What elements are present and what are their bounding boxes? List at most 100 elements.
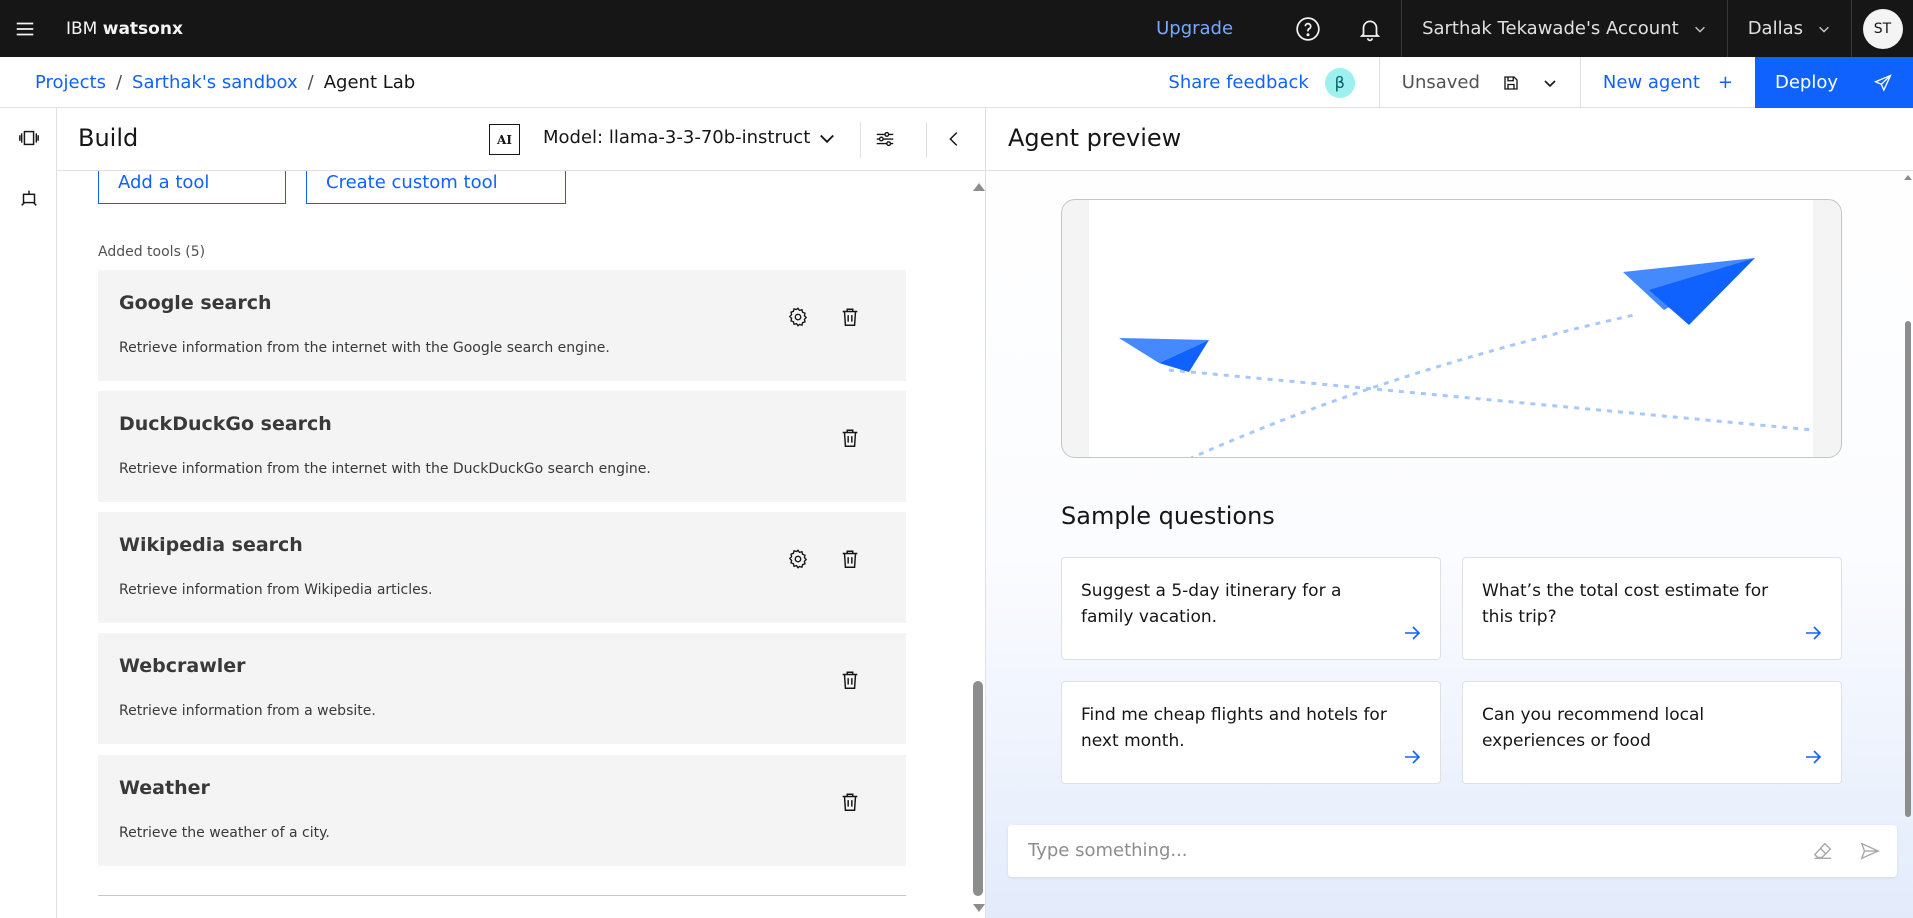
account-name: Sarthak Tekawade's Account bbox=[1422, 18, 1679, 39]
tune-icon[interactable] bbox=[874, 128, 896, 150]
chat-input[interactable]: Type something... bbox=[1008, 825, 1897, 877]
arrow-right-icon bbox=[1405, 750, 1421, 764]
sample-question-text: What’s the total cost estimate for this … bbox=[1482, 581, 1769, 627]
breadcrumb: Projects / Sarthak's sandbox / Agent Lab bbox=[35, 57, 415, 108]
brand-name: watsonx bbox=[102, 18, 183, 39]
preview-title: Agent preview bbox=[1008, 124, 1182, 152]
plus-icon: + bbox=[1717, 72, 1733, 93]
build-content: Add a tool Create custom tool Added tool… bbox=[57, 171, 985, 918]
brand-prefix: IBM bbox=[66, 18, 98, 39]
region-switcher[interactable]: Dallas bbox=[1726, 0, 1851, 57]
create-custom-tool-button[interactable]: Create custom tool bbox=[306, 171, 566, 204]
chevron-down-icon[interactable] bbox=[1542, 75, 1558, 91]
product-brand[interactable]: IBM watsonx bbox=[66, 19, 183, 39]
tool-description: Retrieve information from Wikipedia arti… bbox=[119, 582, 433, 598]
tool-description: Retrieve the weather of a city. bbox=[119, 825, 330, 841]
notification-icon[interactable] bbox=[1339, 0, 1401, 57]
tool-name: DuckDuckGo search bbox=[119, 413, 332, 435]
user-menu[interactable]: ST bbox=[1851, 0, 1913, 57]
breadcrumb-separator: / bbox=[307, 72, 314, 93]
preview-scrollbar[interactable] bbox=[1903, 171, 1913, 918]
menu-icon[interactable] bbox=[0, 0, 50, 57]
ai-badge: AI bbox=[489, 124, 520, 155]
sample-questions-title: Sample questions bbox=[1061, 502, 1275, 530]
tool-description: Retrieve information from a website. bbox=[119, 703, 376, 719]
save-icon[interactable] bbox=[1502, 74, 1520, 92]
breadcrumb-sandbox[interactable]: Sarthak's sandbox bbox=[132, 72, 298, 93]
help-icon[interactable] bbox=[1277, 0, 1339, 57]
tool-card-wikipedia: Wikipedia search Retrieve information fr… bbox=[98, 512, 906, 623]
build-header: Build AI Model: llama-3-3-70b-instruct bbox=[57, 108, 985, 171]
breadcrumb-bar: Projects / Sarthak's sandbox / Agent Lab… bbox=[0, 57, 1913, 108]
arrow-right-icon bbox=[1405, 626, 1421, 640]
deploy-button[interactable]: Deploy bbox=[1755, 57, 1913, 108]
tool-card-duckduckgo: DuckDuckGo search Retrieve information f… bbox=[98, 391, 906, 502]
hero-canvas bbox=[1089, 200, 1814, 457]
tool-name: Google search bbox=[119, 292, 272, 314]
tool-card-google: Google search Retrieve information from … bbox=[98, 270, 906, 381]
added-tools-label: Added tools (5) bbox=[98, 244, 206, 260]
trash-icon[interactable] bbox=[839, 306, 861, 328]
side-rail bbox=[0, 108, 57, 918]
agent-icon[interactable] bbox=[0, 168, 57, 228]
build-scrollbar[interactable] bbox=[970, 171, 985, 918]
preview-header: Agent preview bbox=[986, 108, 1913, 171]
trash-icon[interactable] bbox=[839, 791, 861, 813]
send-icon bbox=[1873, 73, 1892, 92]
add-tool-button[interactable]: Add a tool bbox=[98, 171, 286, 204]
breadcrumb-current: Agent Lab bbox=[323, 72, 416, 93]
trash-icon[interactable] bbox=[839, 669, 861, 691]
send-icon[interactable] bbox=[1859, 840, 1881, 862]
trash-icon[interactable] bbox=[839, 548, 861, 570]
scroll-up-arrow[interactable] bbox=[1904, 175, 1912, 180]
trash-icon[interactable] bbox=[839, 427, 861, 449]
paper-planes-illustration bbox=[1119, 258, 1814, 457]
tool-card-webcrawler: Webcrawler Retrieve information from a w… bbox=[98, 633, 906, 744]
new-agent-label: New agent bbox=[1602, 72, 1700, 93]
build-panel: Build AI Model: llama-3-3-70b-instruct A… bbox=[57, 108, 985, 918]
new-agent-button[interactable]: New agent + bbox=[1579, 57, 1755, 108]
sample-question-card[interactable]: Can you recommend local experiences or f… bbox=[1462, 681, 1842, 784]
chevron-left-icon[interactable] bbox=[943, 128, 965, 150]
tool-name: Weather bbox=[119, 777, 210, 799]
scroll-thumb[interactable] bbox=[1905, 321, 1911, 817]
chevron-down-icon bbox=[1694, 26, 1705, 33]
arrow-right-icon bbox=[1806, 750, 1822, 764]
scroll-up-arrow[interactable] bbox=[973, 183, 985, 191]
agent-preview-panel: Agent preview Sample questions Suggest a… bbox=[985, 108, 1913, 918]
account-switcher[interactable]: Sarthak Tekawade's Account bbox=[1401, 0, 1727, 57]
sample-question-text: Can you recommend local experiences or f… bbox=[1482, 705, 1705, 751]
sample-question-text: Find me cheap flights and hotels for nex… bbox=[1081, 705, 1387, 751]
tool-description: Retrieve information from the internet w… bbox=[119, 340, 610, 356]
scroll-down-arrow[interactable] bbox=[973, 904, 985, 912]
arrow-right-icon bbox=[1806, 626, 1822, 640]
sample-question-card[interactable]: What’s the total cost estimate for this … bbox=[1462, 557, 1842, 660]
top-header: IBM watsonx Upgrade Sarthak Tekawade's A… bbox=[0, 0, 1913, 57]
chat-input-placeholder: Type something... bbox=[1028, 840, 1188, 861]
sample-question-card[interactable]: Suggest a 5-day itinerary for a family v… bbox=[1061, 557, 1441, 660]
share-feedback-link[interactable]: Share feedback bbox=[1168, 72, 1308, 93]
tool-card-weather: Weather Retrieve the weather of a city. bbox=[98, 755, 906, 866]
save-group: Unsaved bbox=[1378, 57, 1580, 108]
sample-question-text: Suggest a 5-day itinerary for a family v… bbox=[1081, 581, 1342, 627]
gear-icon[interactable] bbox=[787, 548, 809, 570]
breadcrumb-projects[interactable]: Projects bbox=[35, 72, 106, 93]
region-name: Dallas bbox=[1747, 18, 1803, 39]
divider bbox=[98, 895, 906, 896]
model-selector[interactable]: Model: llama-3-3-70b-instruct bbox=[543, 127, 810, 148]
hero-illustration bbox=[1061, 199, 1842, 458]
eraser-icon[interactable] bbox=[1812, 840, 1834, 862]
chevron-down-icon[interactable] bbox=[817, 128, 837, 148]
divider bbox=[926, 122, 927, 158]
chevron-down-icon bbox=[1819, 26, 1829, 33]
gear-icon[interactable] bbox=[787, 306, 809, 328]
unsaved-status: Unsaved bbox=[1401, 72, 1480, 93]
tool-name: Webcrawler bbox=[119, 655, 246, 677]
beta-badge: β bbox=[1324, 67, 1355, 98]
tool-name: Wikipedia search bbox=[119, 534, 303, 556]
sample-question-card[interactable]: Find me cheap flights and hotels for nex… bbox=[1061, 681, 1441, 784]
upgrade-link[interactable]: Upgrade bbox=[1156, 18, 1233, 39]
scroll-thumb[interactable] bbox=[973, 681, 983, 896]
carousel-icon[interactable] bbox=[0, 108, 57, 168]
deploy-label: Deploy bbox=[1775, 72, 1839, 93]
